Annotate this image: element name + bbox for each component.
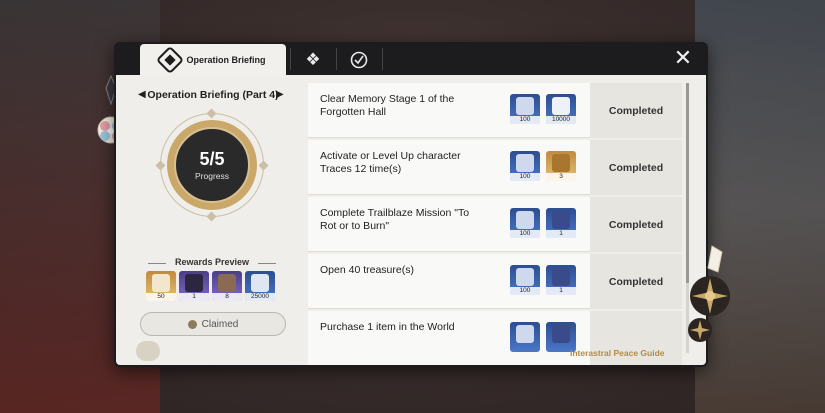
reward-item[interactable]: 100	[510, 94, 540, 124]
task-rewards	[510, 322, 576, 352]
reward-item[interactable]: 100	[510, 265, 540, 295]
reward-item[interactable]: 100	[510, 151, 540, 181]
task-description: Open 40 treasure(s)	[320, 264, 414, 276]
pass-icon	[516, 325, 534, 343]
reward-qty: 1	[179, 293, 209, 301]
task-row: Open 40 treasure(s) 100 1 Completed	[308, 254, 682, 309]
reward-qty: 1	[546, 230, 576, 238]
guide-badge-icon	[136, 341, 160, 361]
reward-item[interactable]: 50	[146, 271, 176, 301]
operation-briefing-window: Operation Briefing ❖ ✕ ◀ Operation Brief…	[114, 42, 708, 367]
reward-qty: 50	[146, 293, 176, 301]
reward-qty: 100	[510, 230, 540, 238]
material-icon	[218, 274, 236, 292]
claimed-icon	[187, 319, 197, 329]
progress-value: 5/5	[199, 149, 225, 169]
reward-qty: 100	[510, 116, 540, 124]
reward-qty: 3	[546, 173, 576, 181]
reward-item[interactable]: 1	[179, 271, 209, 301]
tab-grid[interactable]: ❖	[290, 44, 336, 75]
pass-icon	[516, 268, 534, 286]
tab-bar: Operation Briefing ❖ ✕	[114, 42, 708, 75]
task-rewards: 100 10000	[510, 94, 576, 124]
task-status: Completed	[590, 197, 682, 252]
briefing-title: Operation Briefing (Part 4)	[147, 89, 279, 101]
task-description: Activate or Level Up character Traces 12…	[320, 150, 461, 175]
task-description: Purchase 1 item in the World	[320, 321, 455, 333]
task-rewards: 100 1	[510, 208, 576, 238]
background-right	[695, 0, 825, 413]
gem-icon	[552, 211, 570, 229]
task-status: Completed	[590, 83, 682, 138]
reward-qty: 8	[212, 293, 242, 301]
claimed-button[interactable]: Claimed	[140, 312, 286, 336]
reward-item[interactable]: 25000	[245, 271, 275, 301]
rewards-preview-title: Rewards Preview	[140, 257, 284, 267]
reward-qty: 25000	[245, 293, 275, 301]
task-row: Activate or Level Up character Traces 12…	[308, 140, 682, 195]
task-rewards: 100 3	[510, 151, 576, 181]
tab-operation-briefing[interactable]: Operation Briefing	[140, 44, 286, 75]
claimed-label: Claimed	[201, 318, 239, 330]
briefing-icon	[156, 45, 185, 74]
gem-icon	[552, 325, 570, 343]
gem-icon	[552, 268, 570, 286]
task-row: Clear Memory Stage 1 of the Forgotten Ha…	[308, 83, 682, 138]
tab-divider	[382, 48, 383, 70]
reward-item[interactable]: 10000	[546, 94, 576, 124]
flower-ornament-icon	[688, 245, 730, 342]
task-description: Complete Trailblaze Mission "To Rot or t…	[320, 207, 470, 232]
next-arrow-icon[interactable]: ▶	[276, 89, 284, 100]
reward-item[interactable]: 100	[510, 208, 540, 238]
reward-qty: 100	[510, 173, 540, 181]
pass-icon	[516, 97, 534, 115]
briefing-summary: ◀ Operation Briefing (Part 4) ▶ 5/5 Prog…	[116, 75, 308, 365]
task-rewards: 100 1	[510, 265, 576, 295]
reward-item[interactable]: 8	[212, 271, 242, 301]
grid-icon: ❖	[305, 49, 321, 69]
character-icon	[185, 274, 203, 292]
tab-target[interactable]	[336, 44, 382, 75]
reward-item[interactable]: 1	[546, 208, 576, 238]
pass-icon	[516, 211, 534, 229]
reward-item[interactable]	[510, 322, 540, 352]
task-description: Clear Memory Stage 1 of the Forgotten Ha…	[320, 93, 455, 118]
task-status: Completed	[590, 254, 682, 309]
footer-label: Interastral Peace Guide	[570, 348, 665, 358]
reward-qty: 1	[546, 287, 576, 295]
content-area: ◀ Operation Briefing (Part 4) ▶ 5/5 Prog…	[116, 75, 706, 365]
close-button[interactable]: ✕	[672, 47, 694, 69]
reward-qty: 100	[510, 287, 540, 295]
task-list[interactable]: Clear Memory Stage 1 of the Forgotten Ha…	[308, 83, 682, 365]
reward-qty: 10000	[546, 116, 576, 124]
tab-operation-briefing-label: Operation Briefing	[186, 54, 266, 65]
material-icon	[552, 154, 570, 172]
task-status: Completed	[590, 140, 682, 195]
rewards-preview-list: 50 1 8 25000	[146, 271, 275, 301]
reward-item[interactable]: 3	[546, 151, 576, 181]
pass-icon	[516, 154, 534, 172]
progress-label: Progress	[194, 171, 229, 181]
reward-item[interactable]: 1	[546, 265, 576, 295]
credit-icon	[552, 97, 570, 115]
credit-icon	[251, 274, 269, 292]
close-icon: ✕	[673, 45, 693, 70]
task-row: Complete Trailblaze Mission "To Rot or t…	[308, 197, 682, 252]
target-icon	[350, 51, 368, 68]
jade-icon	[152, 274, 170, 292]
progress-circle: 5/5 Progress	[174, 127, 250, 203]
